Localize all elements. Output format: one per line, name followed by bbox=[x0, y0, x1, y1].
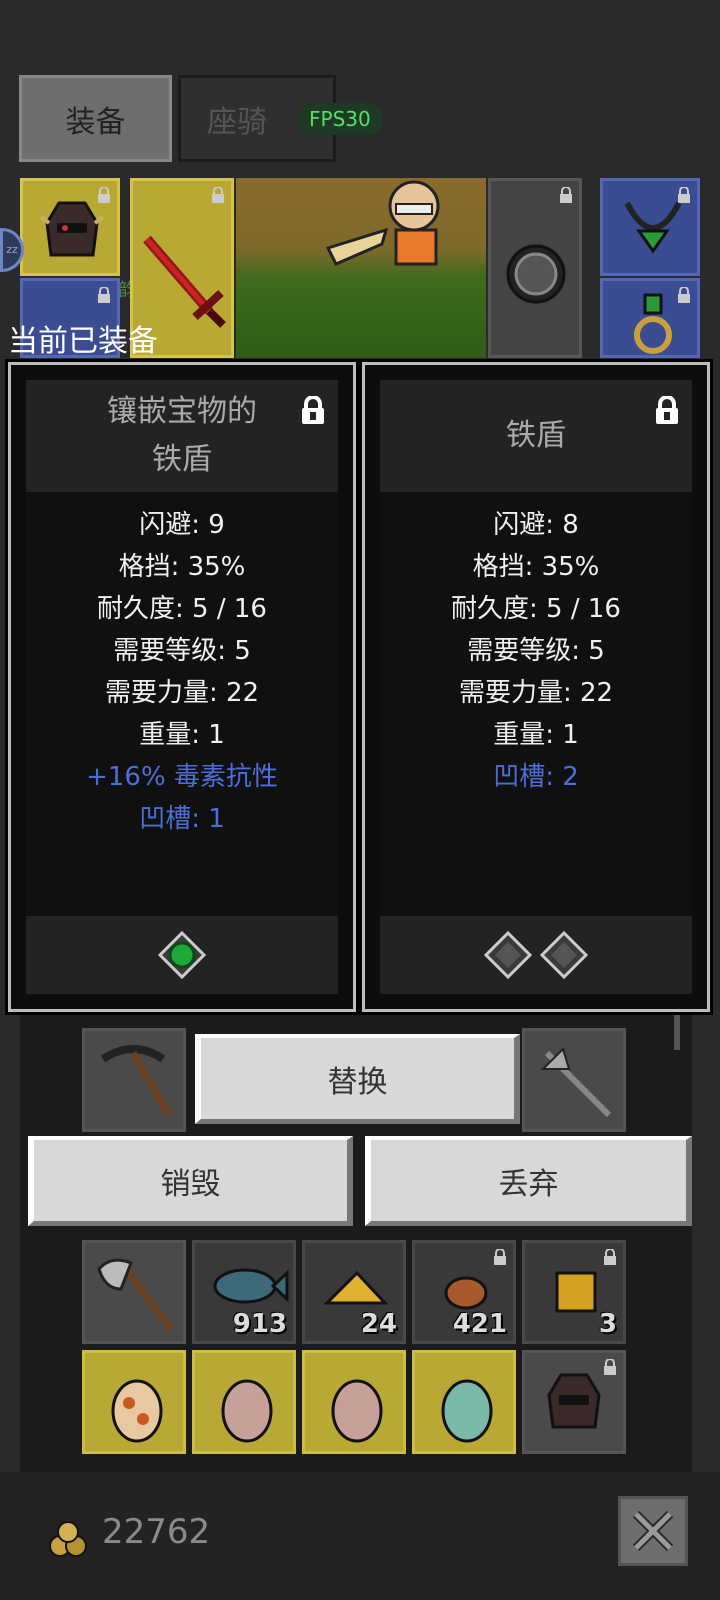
stat-line: 闪避: 8 bbox=[493, 510, 579, 540]
gold-block-icon bbox=[555, 1271, 597, 1313]
copper-ore-icon bbox=[444, 1276, 488, 1310]
inventory-slot-ore[interactable]: 421 bbox=[412, 1240, 516, 1344]
stat-line: 需要力量: 22 bbox=[104, 678, 260, 708]
lock-icon bbox=[212, 187, 224, 203]
pink-egg-icon bbox=[331, 1379, 383, 1443]
stat-line: 闪避: 9 bbox=[139, 510, 225, 540]
empty-socket-icon bbox=[483, 930, 533, 980]
pickaxe-icon bbox=[100, 1045, 173, 1117]
cheese-icon bbox=[323, 1270, 389, 1305]
stat-line: 重量: 1 bbox=[493, 720, 579, 750]
lock-icon bbox=[494, 1249, 506, 1265]
teal-egg-icon bbox=[441, 1379, 493, 1443]
dark-helmet-icon bbox=[547, 1373, 601, 1429]
item-count: 3 bbox=[598, 1309, 617, 1339]
card-title-line1: 镶嵌宝物的 bbox=[107, 394, 257, 429]
item-count: 913 bbox=[232, 1309, 287, 1339]
inventory-slot-egg-2[interactable] bbox=[192, 1350, 296, 1454]
stat-line: 需要力量: 22 bbox=[458, 678, 614, 708]
card-stats: 闪避: 8 格挡: 35% 耐久度: 5 / 16 需要等级: 5 需要力量: … bbox=[380, 492, 692, 922]
stat-line-bonus: 凹槽: 2 bbox=[493, 762, 579, 792]
inventory-slot-helmet[interactable] bbox=[522, 1350, 626, 1454]
fps-badge: FPS30 bbox=[297, 103, 383, 135]
inventory-slot-egg-1[interactable] bbox=[82, 1350, 186, 1454]
inventory-slot-pickaxe[interactable] bbox=[82, 1028, 186, 1132]
inventory-slot-axe[interactable] bbox=[82, 1240, 186, 1344]
equip-slot-shield[interactable] bbox=[488, 178, 582, 358]
tab-equipment-label: 装备 bbox=[65, 104, 126, 140]
discard-button[interactable]: 丢弃 bbox=[365, 1136, 692, 1226]
bottom-bar: 22762 bbox=[0, 1472, 720, 1600]
character-preview bbox=[236, 178, 486, 358]
card-title-line2: 铁盾 bbox=[152, 442, 212, 477]
emerald-ring-icon bbox=[634, 293, 672, 354]
close-button[interactable] bbox=[618, 1496, 688, 1566]
dark-helmet-icon bbox=[39, 201, 105, 257]
stat-line: 格挡: 35% bbox=[472, 552, 600, 582]
gold-coins-icon bbox=[49, 1521, 87, 1557]
axe-icon bbox=[97, 1258, 174, 1332]
destroy-button[interactable]: 销毁 bbox=[28, 1136, 353, 1226]
tab-equipment[interactable]: 装备 bbox=[19, 75, 172, 162]
stat-line-bonus: 凹槽: 1 bbox=[139, 804, 225, 834]
close-icon bbox=[632, 1510, 674, 1552]
lock-icon bbox=[98, 287, 110, 303]
inventory-slot-cheese[interactable]: 24 bbox=[302, 1240, 406, 1344]
card-stats: 闪避: 9 格挡: 35% 耐久度: 5 / 16 需要等级: 5 需要力量: … bbox=[26, 492, 338, 922]
replace-button[interactable]: 替换 bbox=[195, 1034, 520, 1124]
stat-line: 耐久度: 5 / 16 bbox=[97, 594, 267, 624]
pink-egg-icon bbox=[221, 1379, 273, 1443]
emerald-amulet-icon bbox=[624, 201, 682, 254]
card-header: 镶嵌宝物的 铁盾 bbox=[26, 380, 338, 492]
stat-line: 需要等级: 5 bbox=[113, 636, 251, 666]
lock-icon bbox=[678, 287, 690, 303]
lock-icon bbox=[560, 187, 572, 203]
hero-sprite-icon bbox=[325, 180, 440, 266]
stat-line: 耐久度: 5 / 16 bbox=[451, 594, 621, 624]
lock-icon[interactable] bbox=[300, 396, 326, 424]
inventory-slot-egg-3[interactable] bbox=[302, 1350, 406, 1454]
item-count: 24 bbox=[360, 1309, 397, 1339]
equipped-label: 当前已装备 bbox=[8, 324, 158, 359]
fish-icon bbox=[213, 1268, 289, 1304]
stat-line: 需要等级: 5 bbox=[467, 636, 605, 666]
inventory-scrollbar[interactable] bbox=[674, 1010, 680, 1050]
inventory-slot-fish[interactable]: 913 bbox=[192, 1240, 296, 1344]
equip-slot-amulet[interactable] bbox=[600, 178, 700, 276]
inventory-slot-halberd[interactable] bbox=[522, 1028, 626, 1132]
equip-slot-ring[interactable] bbox=[600, 278, 700, 358]
socket-row bbox=[26, 916, 338, 994]
inventory-slot-gold-block[interactable]: 3 bbox=[522, 1240, 626, 1344]
card-header: 铁盾 bbox=[380, 380, 692, 492]
halberd-icon bbox=[540, 1047, 612, 1118]
item-count: 421 bbox=[452, 1309, 507, 1339]
stat-line: 格挡: 35% bbox=[118, 552, 246, 582]
empty-socket-icon bbox=[539, 930, 589, 980]
emerald-socket-icon bbox=[157, 930, 207, 980]
stat-line-bonus: +16% 毒素抗性 bbox=[86, 762, 278, 792]
card-title-line1: 铁盾 bbox=[506, 418, 566, 453]
stat-line: 重量: 1 bbox=[139, 720, 225, 750]
tab-mount-label: 座骑 bbox=[207, 104, 267, 140]
equip-slot-helmet[interactable] bbox=[20, 178, 120, 276]
spotted-egg-icon bbox=[111, 1379, 163, 1443]
round-shield-icon bbox=[506, 244, 566, 304]
lock-icon[interactable] bbox=[654, 396, 680, 424]
gold-amount: 22762 bbox=[102, 1512, 211, 1552]
avatar-badge-text: zz bbox=[6, 243, 18, 256]
inventory-slot-egg-4[interactable] bbox=[412, 1350, 516, 1454]
equipped-item-card: 镶嵌宝物的 铁盾 闪避: 9 格挡: 35% 耐久度: 5 / 16 需要等级:… bbox=[8, 362, 356, 1012]
socket-row bbox=[380, 916, 692, 994]
new-item-card: 铁盾 闪避: 8 格挡: 35% 耐久度: 5 / 16 需要等级: 5 需要力… bbox=[362, 362, 710, 1012]
lock-icon bbox=[604, 1249, 616, 1265]
